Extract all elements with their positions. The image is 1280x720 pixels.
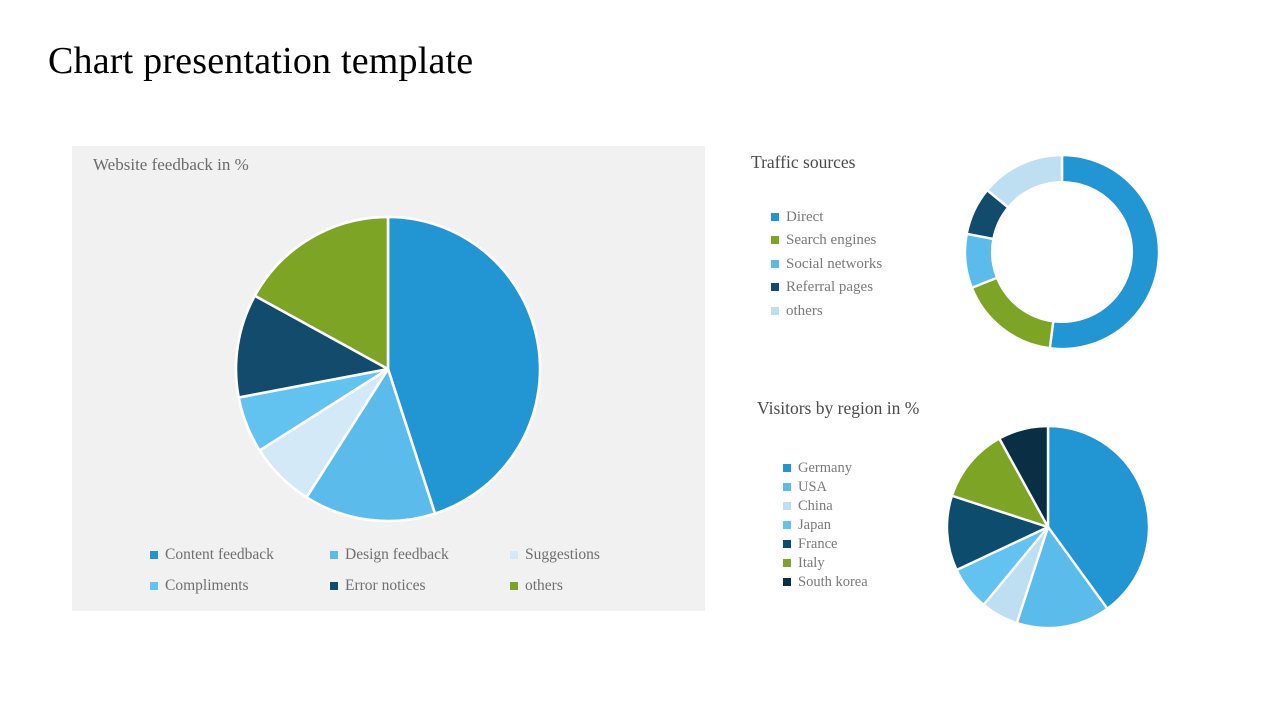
traffic-sources-donut-svg <box>963 153 1161 351</box>
legend-item-direct[interactable]: Direct <box>771 205 882 229</box>
legend-swatch-icon <box>771 306 779 315</box>
legend-swatch-icon <box>783 501 791 510</box>
legend-item-usa[interactable]: USA <box>783 477 868 496</box>
legend-item-suggestions[interactable]: Suggestions <box>510 545 650 563</box>
legend-item-traffic-others[interactable]: others <box>771 299 882 323</box>
legend-item-label: France <box>798 535 838 552</box>
legend-item-compliments[interactable]: Compliments <box>150 576 330 594</box>
legend-item-label: Social networks <box>786 255 883 272</box>
legend-swatch-icon <box>783 558 791 567</box>
pie-slice[interactable] <box>970 276 1055 350</box>
legend-swatch-icon <box>783 577 791 586</box>
website-feedback-legend: Content feedback Design feedback Suggest… <box>150 539 650 601</box>
legend-swatch-icon <box>330 581 338 590</box>
legend-item-label: Error notices <box>345 576 426 594</box>
legend-item-content-feedback[interactable]: Content feedback <box>150 545 330 563</box>
legend-swatch-icon <box>771 259 779 268</box>
legend-item-germany[interactable]: Germany <box>783 458 868 477</box>
visitors-by-region-title: Visitors by region in % <box>757 398 920 418</box>
legend-item-label: Direct <box>786 208 824 225</box>
legend-swatch-icon <box>510 550 518 559</box>
legend-swatch-icon <box>771 283 779 292</box>
visitors-by-region-pie-chart <box>943 422 1153 632</box>
website-feedback-panel: Website feedback in % Content feedback D… <box>72 146 705 611</box>
legend-item-others[interactable]: others <box>510 576 650 594</box>
legend-item-japan[interactable]: Japan <box>783 515 868 534</box>
pie-slice[interactable] <box>963 232 999 289</box>
traffic-sources-block: Traffic sources Direct Search engines So… <box>751 152 1221 357</box>
legend-item-label: Suggestions <box>525 545 600 563</box>
legend-item-referral-pages[interactable]: Referral pages <box>771 276 882 300</box>
pie-slice[interactable] <box>1048 153 1161 351</box>
legend-item-label: Content feedback <box>165 545 274 563</box>
website-feedback-pie-chart <box>152 209 625 529</box>
traffic-sources-donut-chart <box>962 152 1162 352</box>
legend-swatch-icon <box>510 581 518 590</box>
legend-item-search-engines[interactable]: Search engines <box>771 229 882 253</box>
legend-item-label: Compliments <box>165 576 249 594</box>
traffic-sources-legend: Direct Search engines Social networks Re… <box>771 205 882 323</box>
visitors-by-region-block: Visitors by region in % Germany USA Chin… <box>757 398 1227 638</box>
visitors-by-region-pie-svg <box>945 424 1151 630</box>
pie-slice[interactable] <box>986 153 1064 209</box>
legend-swatch-icon <box>783 482 791 491</box>
legend-item-label: Italy <box>798 554 825 571</box>
legend-item-label: Design feedback <box>345 545 449 563</box>
legend-item-design-feedback[interactable]: Design feedback <box>330 545 510 563</box>
legend-item-label: China <box>798 497 833 514</box>
legend-item-label: others <box>786 302 823 319</box>
legend-swatch-icon <box>783 539 791 548</box>
legend-item-label: Search engines <box>786 232 877 249</box>
legend-swatch-icon <box>150 550 158 559</box>
legend-swatch-icon <box>783 463 791 472</box>
legend-item-label: USA <box>798 478 828 495</box>
visitors-by-region-legend: Germany USA China Japan France Italy Sou… <box>783 458 868 591</box>
legend-swatch-icon <box>330 550 338 559</box>
legend-swatch-icon <box>771 236 779 245</box>
legend-swatch-icon <box>150 581 158 590</box>
legend-item-label: Referral pages <box>786 279 874 296</box>
website-feedback-pie-svg <box>234 215 542 523</box>
legend-item-france[interactable]: France <box>783 534 868 553</box>
website-feedback-title: Website feedback in % <box>93 155 249 174</box>
legend-item-china[interactable]: China <box>783 496 868 515</box>
traffic-sources-title: Traffic sources <box>751 152 856 172</box>
legend-item-label: Germany <box>798 459 852 476</box>
legend-swatch-icon <box>783 520 791 529</box>
legend-item-label: South korea <box>798 573 868 590</box>
legend-item-label: Japan <box>798 516 832 533</box>
legend-item-error-notices[interactable]: Error notices <box>330 576 510 594</box>
legend-swatch-icon <box>771 212 779 221</box>
legend-item-south-korea[interactable]: South korea <box>783 572 868 591</box>
legend-item-social-networks[interactable]: Social networks <box>771 252 882 276</box>
legend-item-label: others <box>525 576 563 594</box>
legend-item-italy[interactable]: Italy <box>783 553 868 572</box>
page-title: Chart presentation template <box>48 40 474 82</box>
